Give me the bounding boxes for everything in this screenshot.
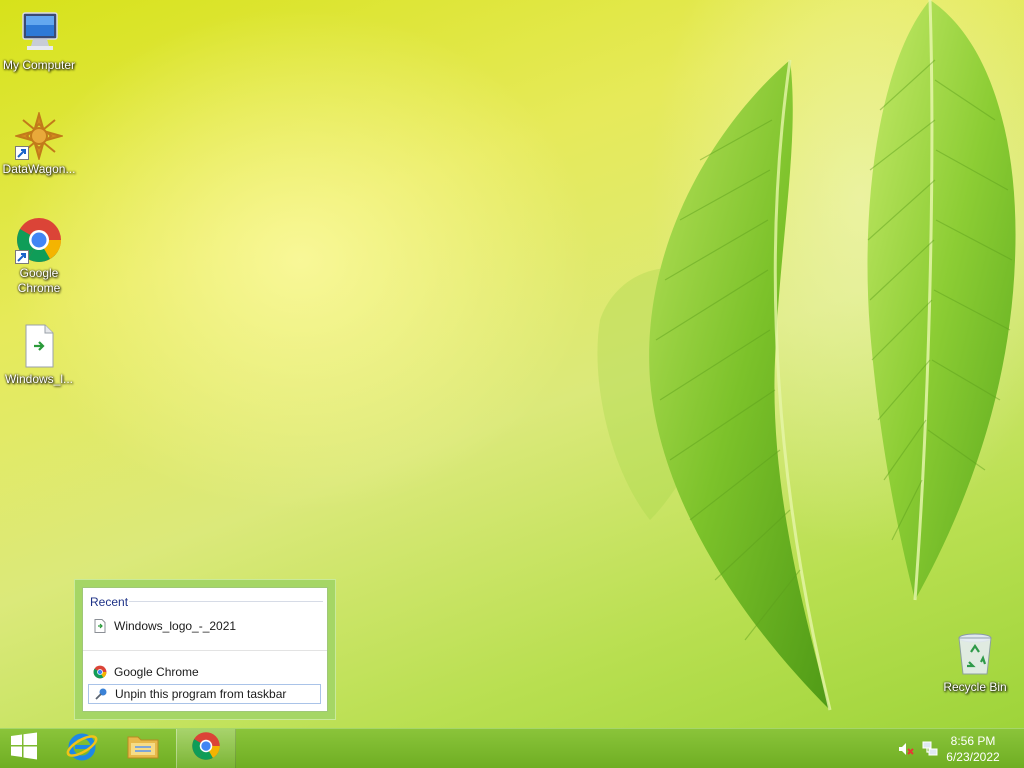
system-clock[interactable]: 8:56 PM 6/23/2022 (938, 733, 1008, 765)
jump-list-panel: Recent Windows_logo_-_2021 Google Chrome… (82, 587, 328, 712)
datawagon-icon (13, 110, 65, 162)
desktop-icon-my-computer[interactable]: My Computer (0, 8, 78, 73)
file-explorer-icon (126, 731, 160, 766)
shortcut-arrow-icon (15, 250, 29, 264)
recycle-bin-icon (951, 630, 999, 678)
my-computer-icon (15, 8, 63, 56)
jump-list-recent-item[interactable]: Windows_logo_-_2021 (88, 616, 321, 636)
network-icon[interactable] (922, 741, 938, 757)
start-button[interactable] (0, 729, 48, 768)
taskbar-jump-list: Recent Windows_logo_-_2021 Google Chrome… (74, 579, 336, 720)
jump-list-item-label: Unpin this program from taskbar (115, 687, 287, 701)
desktop-icon-label: Windows_l... (4, 372, 74, 386)
desktop-icon-label: My Computer (2, 58, 76, 72)
taskbar-file-explorer-button[interactable] (114, 729, 172, 768)
jump-list-heading: Recent (90, 595, 129, 609)
taskbar-internet-explorer-button[interactable] (54, 729, 110, 768)
desktop-icon-windows-logo-file[interactable]: Windows_l... (0, 322, 78, 387)
desktop-icon-label: Google Chrome (17, 266, 61, 295)
chrome-icon (93, 665, 107, 679)
file-icon (15, 322, 63, 370)
file-icon (93, 619, 107, 633)
taskbar-chrome-button[interactable] (176, 729, 236, 768)
clock-date: 6/23/2022 (946, 750, 1000, 764)
shortcut-arrow-icon (15, 146, 29, 160)
desktop-icon-recycle-bin[interactable]: Recycle Bin (936, 630, 1014, 695)
speaker-muted-icon[interactable] (898, 741, 914, 757)
jump-list-task-google-chrome[interactable]: Google Chrome (88, 662, 321, 682)
clock-time: 8:56 PM (950, 734, 996, 748)
desktop-icon-datawagon[interactable]: DataWagon... (0, 110, 78, 177)
unpin-icon (94, 687, 108, 701)
jump-list-item-label: Google Chrome (114, 665, 199, 679)
jump-list-heading-divider (129, 601, 323, 602)
windows-start-icon (10, 732, 38, 765)
desktop-icon-label: DataWagon... (2, 162, 76, 176)
desktop-icon-label: Recycle Bin (943, 680, 1007, 694)
jump-list-separator (83, 650, 327, 651)
jump-list-task-unpin[interactable]: Unpin this program from taskbar (88, 684, 321, 704)
chrome-icon (15, 216, 63, 264)
chrome-icon (191, 731, 221, 766)
internet-explorer-icon (65, 729, 99, 768)
taskbar: 8:56 PM 6/23/2022 (0, 728, 1024, 768)
jump-list-item-label: Windows_logo_-_2021 (114, 619, 237, 633)
desktop-icon-google-chrome[interactable]: Google Chrome (0, 216, 78, 296)
